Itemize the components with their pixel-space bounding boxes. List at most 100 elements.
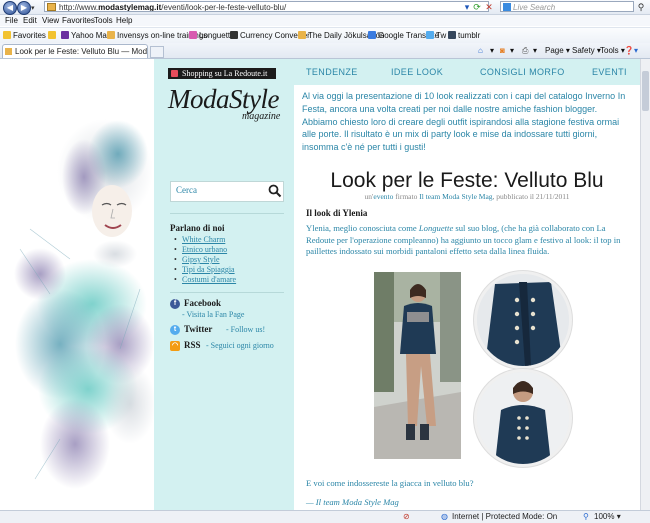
post-meta: un'evento firmato Il team Moda Style Mag… bbox=[364, 192, 570, 201]
menu-edit[interactable]: Edit bbox=[23, 15, 37, 26]
url-path: /eventi/look-per-le-feste-velluto-blu/ bbox=[161, 3, 287, 12]
forward-icon[interactable]: ▶ bbox=[17, 1, 31, 15]
live-search-icon bbox=[503, 3, 511, 11]
post-body: Ylenia, meglio conosciuta come Longuette… bbox=[306, 223, 621, 256]
home-dropdown-icon[interactable]: ▾ bbox=[490, 43, 494, 58]
tools-menu[interactable]: Tools ▾ bbox=[600, 43, 625, 58]
back-icon[interactable]: ◀ bbox=[3, 1, 17, 15]
refresh-icon[interactable]: ⟳ bbox=[472, 2, 482, 12]
help-icon[interactable]: ❓▾ bbox=[624, 43, 638, 58]
internet-zone-icon: ◍ bbox=[441, 512, 448, 521]
nav-tendenze[interactable]: TENDENZE bbox=[306, 59, 358, 85]
menu-help[interactable]: Help bbox=[116, 15, 132, 26]
twitter-note[interactable]: - Follow us! bbox=[226, 324, 265, 335]
nav-consigli-morfo[interactable]: CONSIGLI MORFO bbox=[480, 59, 565, 85]
fav-tumblr[interactable]: tumblr bbox=[448, 28, 480, 43]
feeds-icon[interactable]: ◙ bbox=[500, 43, 505, 58]
look-heading: Il look di Ylenia bbox=[306, 208, 368, 218]
shopping-bag-icon bbox=[171, 70, 178, 77]
star-icon bbox=[3, 31, 11, 39]
status-bar: ⊘ ◍ Internet | Protected Mode: On ⚲ 100%… bbox=[0, 510, 650, 523]
fav-yahoo-mail[interactable]: Yahoo Mail bbox=[61, 28, 110, 43]
tab-bar: Look per le Feste: Velluto Blu — Moda St… bbox=[0, 43, 650, 59]
divider bbox=[170, 213, 284, 214]
zoom-level[interactable]: 100% ▾ bbox=[594, 511, 621, 523]
search-icon[interactable]: ⚲ bbox=[636, 2, 646, 12]
jacket-detail-photo[interactable] bbox=[474, 271, 572, 369]
new-tab-button[interactable] bbox=[150, 46, 164, 58]
parlano-link[interactable]: Tipi da Spiaggia bbox=[174, 265, 292, 275]
print-dropdown-icon[interactable]: ▾ bbox=[533, 43, 537, 58]
fav-tw[interactable]: Tw bbox=[426, 28, 446, 43]
add-favorite-icon[interactable] bbox=[48, 28, 58, 43]
menu-view[interactable]: View bbox=[42, 15, 59, 26]
rss-note[interactable]: - Seguici ogni giorno bbox=[206, 340, 274, 351]
star-plus-icon bbox=[48, 31, 56, 39]
facebook-link[interactable]: Facebook bbox=[184, 298, 221, 309]
history-dropdown-icon[interactable]: ▾ bbox=[31, 4, 35, 12]
main-content: TENDENZE IDEE LOOK CONSIGLI MORFO EVENTI… bbox=[294, 59, 640, 510]
outfit-full-image bbox=[374, 272, 461, 459]
address-bar: ◀ ▶ ▾ http://www.modastylemag.it/eventi/… bbox=[0, 0, 650, 15]
blog-link[interactable]: Longuette bbox=[419, 223, 453, 233]
url-input[interactable]: http://www.modastylemag.it/eventi/look-p… bbox=[44, 1, 489, 12]
security-zone[interactable]: Internet | Protected Mode: On bbox=[452, 511, 557, 523]
print-icon[interactable]: ⎙ bbox=[522, 43, 528, 58]
page-icon bbox=[47, 3, 56, 11]
url-host: modastylemag.it bbox=[98, 3, 162, 12]
nav-idee-look[interactable]: IDEE LOOK bbox=[391, 59, 443, 85]
menu-bar: File Edit View Favorites Tools Help bbox=[0, 15, 650, 26]
closing-question: E voi come indossereste la giacca in vel… bbox=[306, 478, 474, 488]
rss-icon[interactable]: ◠ bbox=[170, 341, 180, 351]
facebook-icon[interactable]: f bbox=[170, 299, 180, 309]
url-dropdown-icon[interactable]: ▾ bbox=[462, 2, 472, 12]
page-menu[interactable]: Page ▾ bbox=[545, 43, 570, 58]
page-scrollbar[interactable] bbox=[640, 59, 650, 510]
live-search-input[interactable]: Live Search bbox=[500, 1, 634, 12]
header-illustration bbox=[0, 59, 154, 510]
twitter-icon[interactable]: t bbox=[170, 325, 180, 335]
post-title: Look per le Feste: Velluto Blu bbox=[330, 169, 604, 192]
shop-la-redoute-button[interactable]: Shopping su La Redoute.it bbox=[168, 68, 276, 79]
tab-active[interactable]: Look per le Feste: Velluto Blu — Moda St… bbox=[2, 44, 148, 58]
rss-link[interactable]: RSS bbox=[184, 340, 201, 351]
twitter-link[interactable]: Twitter bbox=[184, 324, 212, 335]
jacket-on-model-photo[interactable] bbox=[474, 369, 572, 467]
intro-paragraph: Al via oggi la presentazione di 10 look … bbox=[302, 91, 626, 153]
facebook-note[interactable]: - Visita la Fan Page bbox=[182, 309, 244, 320]
outfit-photo-full[interactable] bbox=[374, 272, 461, 459]
menu-file[interactable]: File bbox=[5, 15, 18, 26]
google-icon bbox=[368, 31, 376, 39]
post-signature: — Il team Moda Style Mag bbox=[306, 497, 399, 507]
zoom-icon: ⚲ bbox=[583, 512, 589, 521]
favorites-button[interactable]: Favorites bbox=[3, 28, 46, 43]
parlano-link[interactable]: Etnico urbano bbox=[174, 245, 292, 255]
home-icon[interactable]: ⌂ bbox=[478, 43, 483, 58]
page-icon bbox=[5, 48, 12, 55]
search-icon[interactable] bbox=[268, 184, 282, 198]
category-link[interactable]: evento bbox=[373, 192, 393, 201]
scrollbar-thumb[interactable] bbox=[642, 71, 649, 111]
safety-menu[interactable]: Safety ▾ bbox=[572, 43, 601, 58]
parlano-link[interactable]: White Charm bbox=[174, 235, 292, 245]
jacket-model-image bbox=[477, 372, 569, 464]
url-prefix: http://www. bbox=[59, 3, 99, 12]
author-link[interactable]: Il team Moda Style Mag bbox=[419, 192, 492, 201]
stop-icon[interactable]: ✕ bbox=[484, 2, 494, 12]
yahoo-icon bbox=[61, 31, 69, 39]
parlano-link[interactable]: Gipsy Style bbox=[174, 255, 292, 265]
sidebar-search-input[interactable]: Cerca bbox=[170, 181, 284, 202]
menu-tools[interactable]: Tools bbox=[94, 15, 113, 26]
watercolor-woman-illustration bbox=[14, 119, 154, 489]
site-logo-subtitle: magazine bbox=[242, 111, 281, 122]
page-icon bbox=[298, 31, 306, 39]
feeds-dropdown-icon[interactable]: ▾ bbox=[510, 43, 514, 58]
nav-eventi[interactable]: EVENTI bbox=[592, 59, 627, 85]
jacket-buttons-image bbox=[477, 274, 569, 366]
popup-blocker-icon[interactable]: ⊘ bbox=[403, 511, 410, 523]
page-icon bbox=[107, 31, 115, 39]
fav-longuette[interactable]: Longuette bbox=[189, 28, 235, 43]
favorites-bar: Favorites Yahoo Mail Invensys on-line tr… bbox=[0, 27, 650, 44]
menu-favorites[interactable]: Favorites bbox=[62, 15, 95, 26]
parlano-link[interactable]: Costumi d'amare bbox=[174, 275, 292, 285]
